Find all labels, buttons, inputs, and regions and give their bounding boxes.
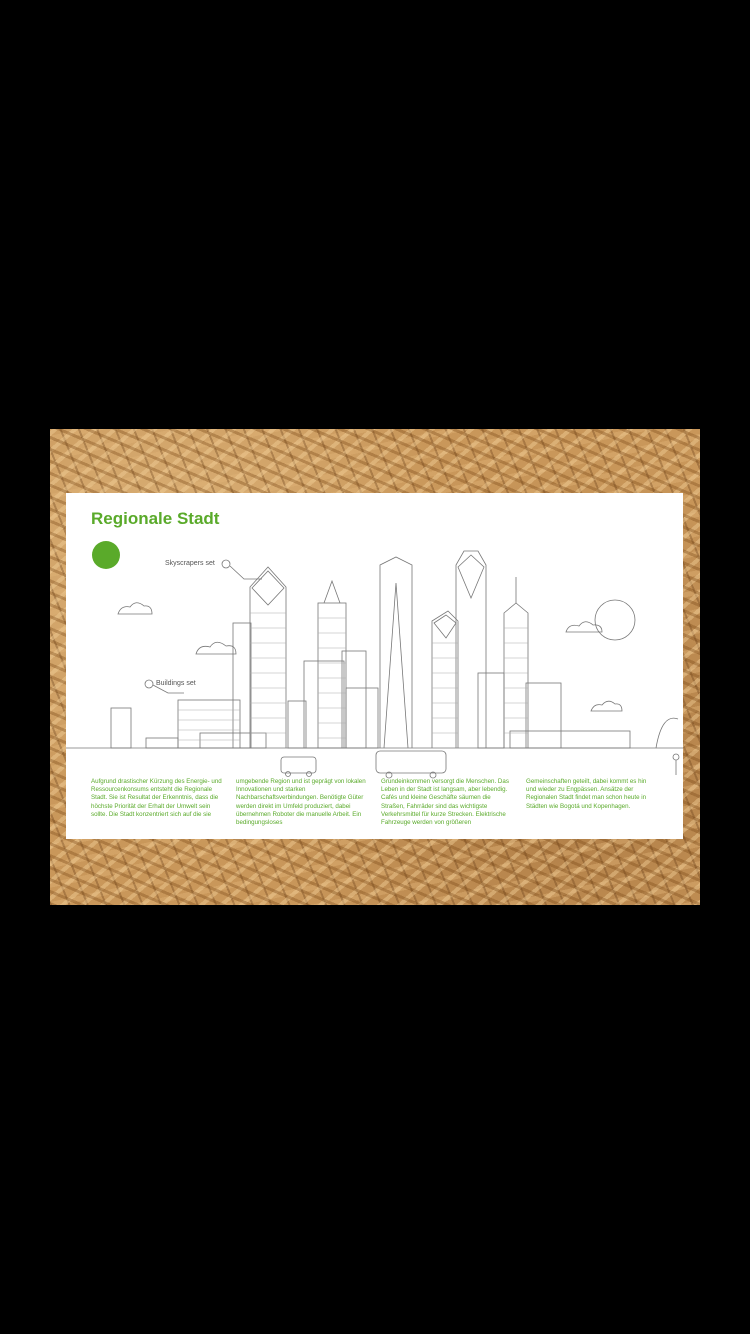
text-column-3: Grundeinkommen versorgt die Menschen. Da… (381, 778, 509, 827)
poster-title: Regionale Stadt (91, 509, 220, 528)
poster-panel: Regionale Stadt Skyscrapers set Building… (66, 493, 683, 839)
callout-lines (144, 559, 262, 694)
sun-icon (594, 599, 636, 641)
city-skyline-illustration (66, 550, 683, 779)
text-column-1: Aufgrund drastischer Kürzung des Energie… (91, 778, 222, 818)
clouds (117, 602, 623, 712)
skyscrapers (110, 550, 631, 749)
street (66, 717, 683, 779)
text-column-4: Gemeinschaften geteilt, dabei kommt es h… (526, 778, 647, 810)
text-column-2: umgebende Region und ist geprägt von lok… (236, 778, 366, 827)
window-lines (178, 612, 528, 741)
